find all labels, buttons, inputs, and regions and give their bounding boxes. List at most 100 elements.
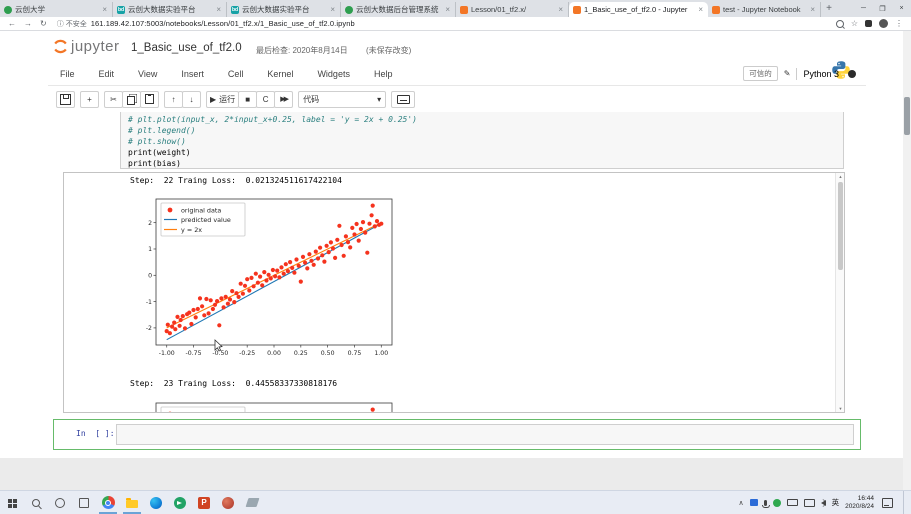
action-center-icon[interactable] (882, 498, 893, 508)
code-cell-input[interactable]: # plt.plot(input_x, 2*input_x+0.25, labe… (120, 112, 844, 169)
window-controls: ─ ❐ × (854, 0, 911, 17)
save-button[interactable] (56, 91, 75, 108)
page-scrollbar[interactable] (903, 31, 911, 490)
taskbar-edge[interactable] (144, 491, 168, 514)
tab-close-icon[interactable]: × (329, 5, 336, 14)
output-scrollbar[interactable]: ▲ ▼ (835, 173, 844, 412)
empty-cell-input[interactable] (116, 424, 854, 445)
trusted-button[interactable]: 可信的 (743, 66, 778, 81)
back-icon[interactable]: ← (8, 19, 16, 28)
tray-expand-icon[interactable]: ∧ (738, 499, 743, 507)
menu-file[interactable]: File (48, 69, 87, 79)
zoom-icon[interactable] (836, 20, 844, 28)
tab-close-icon[interactable]: × (809, 5, 816, 14)
browser-tab-7[interactable]: test - Jupyter Notebook × (708, 2, 821, 17)
forward-icon[interactable]: → (24, 19, 32, 28)
jupyter-logo[interactable]: jupyter (52, 38, 120, 55)
site-icon (4, 6, 12, 14)
menu-view[interactable]: View (126, 69, 169, 79)
minimize-icon[interactable]: ─ (854, 5, 873, 12)
taskbar-gray-app[interactable] (240, 491, 264, 514)
tray-blue-icon[interactable] (750, 499, 758, 506)
url-field[interactable]: 161.189.42.107:5003/notebooks/Lesson/01_… (91, 19, 355, 28)
menubar-right: 可信的 ✎ Python 3 (743, 66, 856, 81)
move-cell-down-button[interactable]: ↓ (182, 91, 201, 108)
menu-help[interactable]: Help (362, 69, 405, 79)
task-view-button[interactable] (72, 491, 96, 514)
taskbar-file-explorer[interactable] (120, 491, 144, 514)
new-tab-button[interactable]: + (821, 2, 837, 17)
cut-cell-button[interactable]: ✂ (104, 91, 123, 108)
browser-tab-5[interactable]: Lesson/01_tf2.x/ × (456, 2, 569, 17)
restart-run-all-button[interactable]: ▶▶ (274, 91, 293, 108)
figure-step-22: -1.00-0.75-0.50-0.250.000.250.500.751.00… (138, 193, 400, 369)
empty-code-cell[interactable]: In [ ]: (53, 419, 861, 450)
profile-avatar[interactable] (879, 19, 888, 28)
copy-cell-button[interactable] (122, 91, 141, 108)
security-indicator[interactable]: ⓘ 不安全 (57, 19, 87, 29)
taskbar-red-app[interactable] (216, 491, 240, 514)
add-cell-button[interactable]: + (80, 91, 99, 108)
extension-icon[interactable] (865, 20, 872, 27)
browser-tab-1[interactable]: 云创大学 × (0, 2, 113, 17)
site-icon (345, 6, 353, 14)
svg-text:1.00: 1.00 (374, 350, 388, 357)
taskbar-powerpoint[interactable]: P (192, 491, 216, 514)
tab-close-icon[interactable]: × (444, 5, 451, 14)
close-icon[interactable]: × (892, 5, 911, 12)
unsaved-status: (未保存改变) (366, 45, 411, 56)
tray-green-icon[interactable] (773, 499, 781, 507)
kernel-name[interactable]: Python 3 (803, 69, 839, 79)
tab-title: test - Jupyter Notebook (723, 5, 806, 14)
tab-close-icon[interactable]: × (215, 5, 222, 14)
move-cell-up-button[interactable]: ↑ (164, 91, 183, 108)
tab-close-icon[interactable]: × (101, 5, 108, 14)
battery-icon[interactable] (787, 499, 798, 506)
scroll-up-icon[interactable]: ▲ (837, 174, 844, 179)
code-line: # plt.show() (128, 137, 186, 146)
restart-kernel-button[interactable]: C (256, 91, 275, 108)
run-icon: ▶ (210, 95, 216, 104)
cortana-button[interactable] (48, 491, 72, 514)
show-desktop-button[interactable] (903, 491, 907, 514)
browser-tab-active[interactable]: 1_Basic_use_of_tf2.0 - Jupyter × (569, 2, 708, 17)
menu-edit[interactable]: Edit (87, 69, 127, 79)
scrollbar-thumb[interactable] (838, 182, 843, 270)
taskbar-search-button[interactable] (24, 491, 48, 514)
maximize-icon[interactable]: ❐ (873, 5, 892, 13)
menu-kernel[interactable]: Kernel (255, 69, 305, 79)
bookmark-star-icon[interactable]: ☆ (851, 19, 858, 28)
page-scrollbar-thumb[interactable] (904, 97, 910, 135)
run-cell-button[interactable]: ▶运行 (206, 91, 239, 108)
reload-icon[interactable]: ↻ (40, 19, 47, 28)
svg-text:0.00: 0.00 (267, 350, 281, 357)
start-button[interactable] (0, 491, 24, 514)
keyboard-icon (397, 95, 410, 104)
tab-close-icon[interactable]: × (557, 5, 564, 14)
menu-insert[interactable]: Insert (169, 69, 216, 79)
taskbar-chrome[interactable] (96, 491, 120, 514)
menu-widgets[interactable]: Widgets (305, 69, 362, 79)
paste-cell-button[interactable] (140, 91, 159, 108)
tab-close-icon[interactable]: × (697, 5, 704, 14)
task-view-icon (79, 498, 89, 508)
output-scroll-area[interactable]: Step: 22 Traing Loss: 0.0213245116174221… (63, 172, 845, 413)
display-icon[interactable] (804, 499, 815, 507)
taskbar-green-app[interactable] (168, 491, 192, 514)
taskbar-clock[interactable]: 16:44 2020/8/24 (845, 495, 874, 510)
command-palette-button[interactable] (391, 91, 415, 108)
notebook-title[interactable]: 1_Basic_use_of_tf2.0 (131, 42, 242, 54)
interrupt-kernel-button[interactable]: ■ (238, 91, 257, 108)
cell-type-value: 代码 (303, 94, 319, 105)
browser-tab-4[interactable]: 云创大数据后台管理系统 × (341, 2, 456, 17)
browser-menu-icon[interactable]: ⋮ (895, 19, 903, 28)
speaker-icon[interactable] (821, 500, 826, 506)
browser-tab-2[interactable]: bd 云创大数据实验平台 × (113, 2, 227, 17)
browser-tab-3[interactable]: bd 云创大数据实验平台 × (227, 2, 341, 17)
input-prompt: In [ ]: (76, 429, 115, 438)
microphone-icon[interactable] (764, 500, 767, 506)
cell-type-select[interactable]: 代码 ▾ (298, 91, 386, 108)
scroll-down-icon[interactable]: ▼ (837, 406, 844, 411)
input-language-indicator[interactable]: 英 (832, 497, 840, 508)
menu-cell[interactable]: Cell (216, 69, 256, 79)
